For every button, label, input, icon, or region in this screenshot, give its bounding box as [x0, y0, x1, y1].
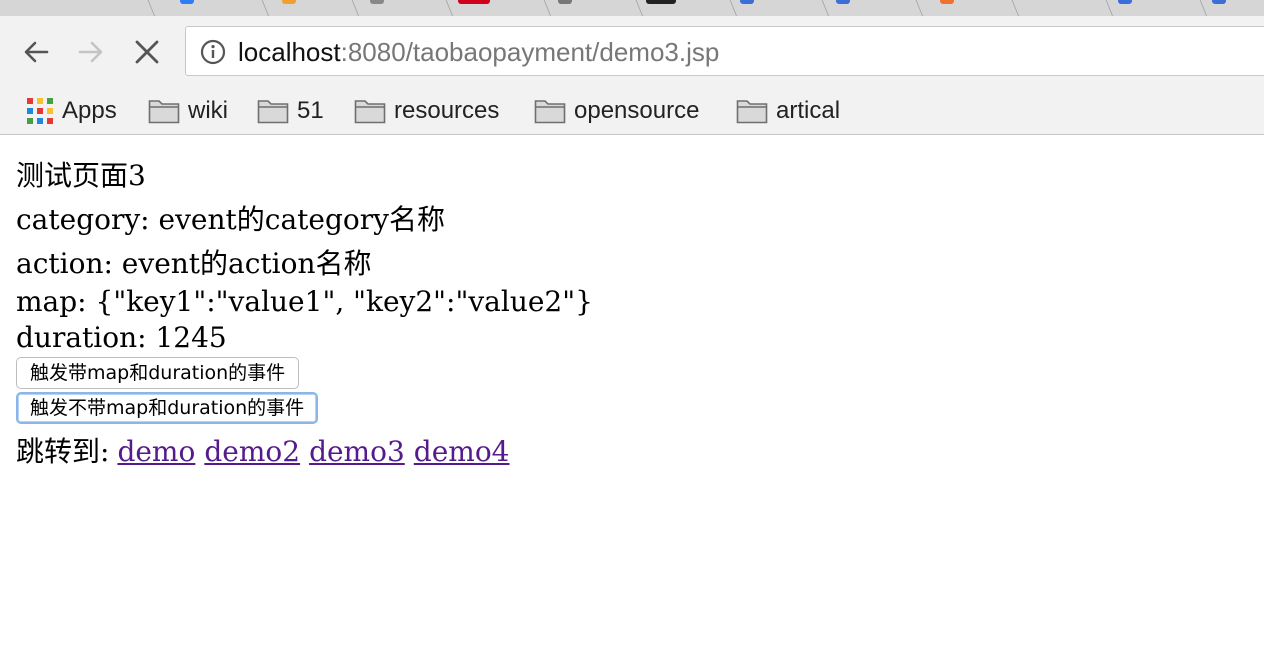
tab-favicon: [558, 0, 572, 4]
tab-favicon: [370, 0, 384, 4]
tab-favicon: [458, 0, 490, 4]
browser-tab[interactable]: [909, 0, 1024, 16]
bookmark-apps[interactable]: Apps: [26, 94, 117, 128]
forward-arrow-icon: [78, 41, 103, 63]
browser-tab[interactable]: [1005, 0, 1120, 16]
bookmark-label: opensource: [574, 97, 700, 124]
tab-favicon: [940, 0, 954, 4]
browser-tab[interactable]: [141, 0, 266, 16]
address-bar[interactable]: localhost:8080/taobaopayment/demo3.jsp: [185, 26, 1264, 76]
browser-tab[interactable]: [345, 0, 460, 16]
folder-icon: [354, 100, 386, 124]
browser-toolbar: localhost:8080/taobaopayment/demo3.jsp: [0, 16, 1264, 90]
back-arrow-icon: [24, 41, 49, 63]
url-host: localhost: [238, 37, 341, 67]
tab-favicon: [836, 0, 850, 4]
back-button[interactable]: [20, 36, 52, 68]
browser-tab[interactable]: [1099, 0, 1214, 16]
tab-strip: [0, 0, 1264, 16]
link-demo4[interactable]: demo4: [414, 435, 510, 468]
jump-label: 跳转到:: [16, 435, 110, 468]
folder-icon: [736, 100, 768, 124]
url-text[interactable]: localhost:8080/taobaopayment/demo3.jsp: [238, 35, 719, 69]
browser-tab[interactable]: [815, 0, 930, 16]
stop-button[interactable]: [131, 36, 163, 68]
tab-favicon: [1212, 0, 1226, 4]
folder-icon: [534, 100, 566, 124]
browser-tab[interactable]: [537, 0, 652, 16]
info-icon[interactable]: [200, 39, 226, 65]
browser-tab[interactable]: [1193, 0, 1264, 16]
bookmark-51[interactable]: 51: [257, 94, 324, 128]
folder-icon: [148, 100, 180, 124]
bookmark-label: wiki: [188, 97, 228, 124]
trigger-without-map-duration-button[interactable]: 触发不带map和duration的事件: [16, 392, 319, 424]
trigger-with-map-duration-button[interactable]: 触发带map和duration的事件: [16, 357, 300, 389]
bookmark-label: 51: [297, 97, 324, 124]
browser-tab[interactable]: [439, 0, 554, 16]
bookmark-opensource[interactable]: opensource: [534, 94, 699, 128]
page-content: 测试页面3 category: event的category名称 action:…: [16, 136, 1264, 672]
map-text: map: {"key1":"value1", "key2":"value2"}: [16, 285, 593, 318]
bookmark-resources[interactable]: resources: [354, 94, 499, 128]
stop-x-icon: [135, 40, 159, 64]
bookmark-artical[interactable]: artical: [736, 94, 840, 128]
folder-icon: [257, 100, 289, 124]
bookmark-label: artical: [776, 97, 841, 124]
link-demo[interactable]: demo: [117, 435, 195, 468]
category-text: category: event的category名称: [16, 203, 445, 236]
tab-favicon: [282, 0, 296, 4]
forward-button[interactable]: [75, 36, 107, 68]
tab-favicon: [646, 0, 676, 4]
apps-grid-icon: [27, 98, 53, 124]
tab-favicon: [740, 0, 754, 4]
action-text: action: event的action名称: [16, 247, 372, 280]
bookmark-wiki[interactable]: wiki: [148, 94, 228, 128]
bookmarks-bar: Apps wiki 51 resources opensource artica…: [0, 90, 1264, 135]
url-path: :8080/taobaopayment/demo3.jsp: [340, 37, 720, 67]
jump-row: 跳转到: demo demo2 demo3 demo4: [16, 434, 510, 470]
tab-favicon: [180, 0, 194, 4]
bookmark-label: Apps: [62, 97, 117, 124]
bookmark-label: resources: [394, 97, 500, 124]
tab-favicon: [1118, 0, 1132, 4]
link-demo2[interactable]: demo2: [204, 435, 300, 468]
duration-text: duration: 1245: [16, 321, 227, 354]
page-title: 测试页面3: [16, 159, 146, 192]
link-demo3[interactable]: demo3: [309, 435, 405, 468]
